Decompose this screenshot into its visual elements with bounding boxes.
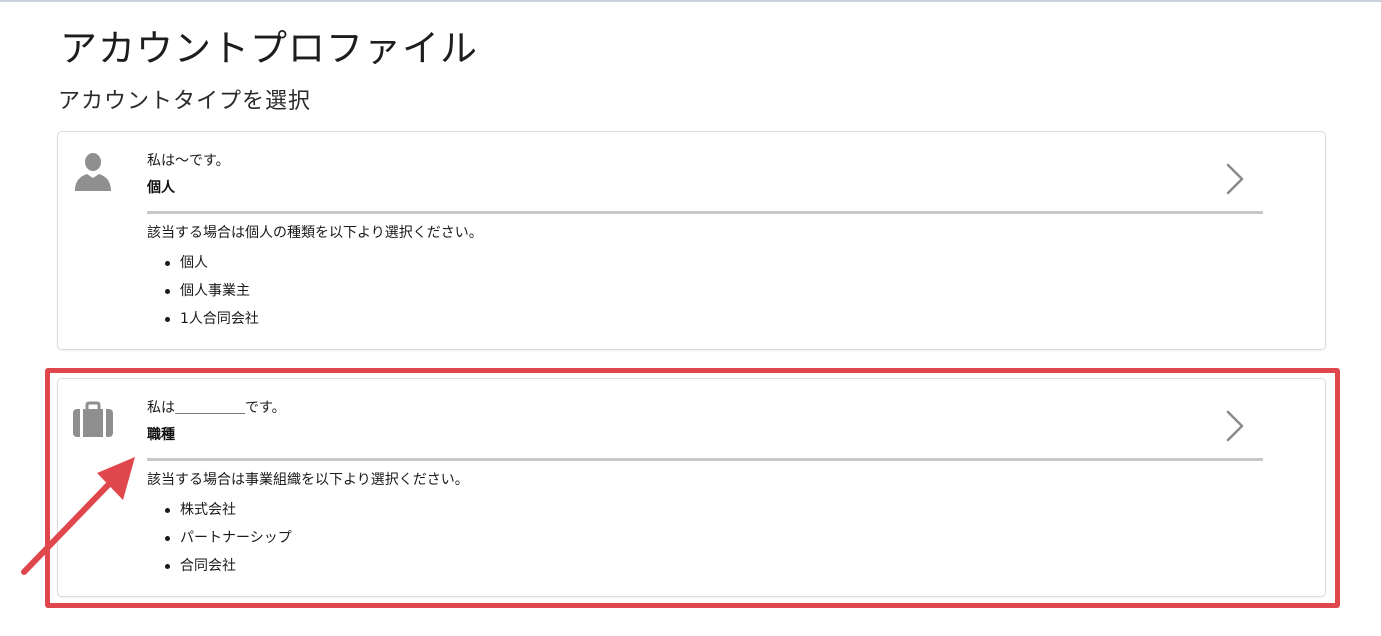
person-icon: [71, 150, 115, 194]
card-divider: [147, 211, 1263, 214]
list-item: 個人事業主: [147, 277, 259, 305]
account-type-card-business[interactable]: 私は＿＿＿＿＿です。 職種 該当する場合は事業組織を以下より選択ください。 株式…: [57, 378, 1326, 597]
chevron-right-icon[interactable]: [1224, 162, 1246, 196]
card-lead-text: 私は～です。: [147, 153, 230, 169]
top-divider: [0, 0, 1381, 2]
list-item: 個人: [147, 249, 259, 277]
card-option-list: 個人 個人事業主 1人合同会社: [147, 249, 259, 333]
list-item: 株式会社: [147, 496, 292, 524]
card-type-label: 職種: [147, 427, 175, 443]
chevron-right-icon[interactable]: [1224, 409, 1246, 443]
section-subtitle: アカウントタイプを選択: [58, 89, 312, 114]
list-item: パートナーシップ: [147, 524, 292, 552]
card-option-list: 株式会社 パートナーシップ 合同会社: [147, 496, 292, 580]
list-item: 合同会社: [147, 552, 292, 580]
account-type-card-individual[interactable]: 私は～です。 個人 該当する場合は個人の種類を以下より選択ください。 個人 個人…: [57, 131, 1326, 350]
card-divider: [147, 458, 1263, 461]
card-description: 該当する場合は事業組織を以下より選択ください。: [147, 472, 469, 488]
card-lead-text: 私は＿＿＿＿＿です。: [147, 400, 286, 416]
card-description: 該当する場合は個人の種類を以下より選択ください。: [147, 225, 483, 241]
briefcase-icon: [71, 397, 115, 441]
page-title: アカウントプロファイル: [60, 27, 478, 70]
card-type-label: 個人: [147, 180, 175, 196]
list-item: 1人合同会社: [147, 305, 259, 333]
